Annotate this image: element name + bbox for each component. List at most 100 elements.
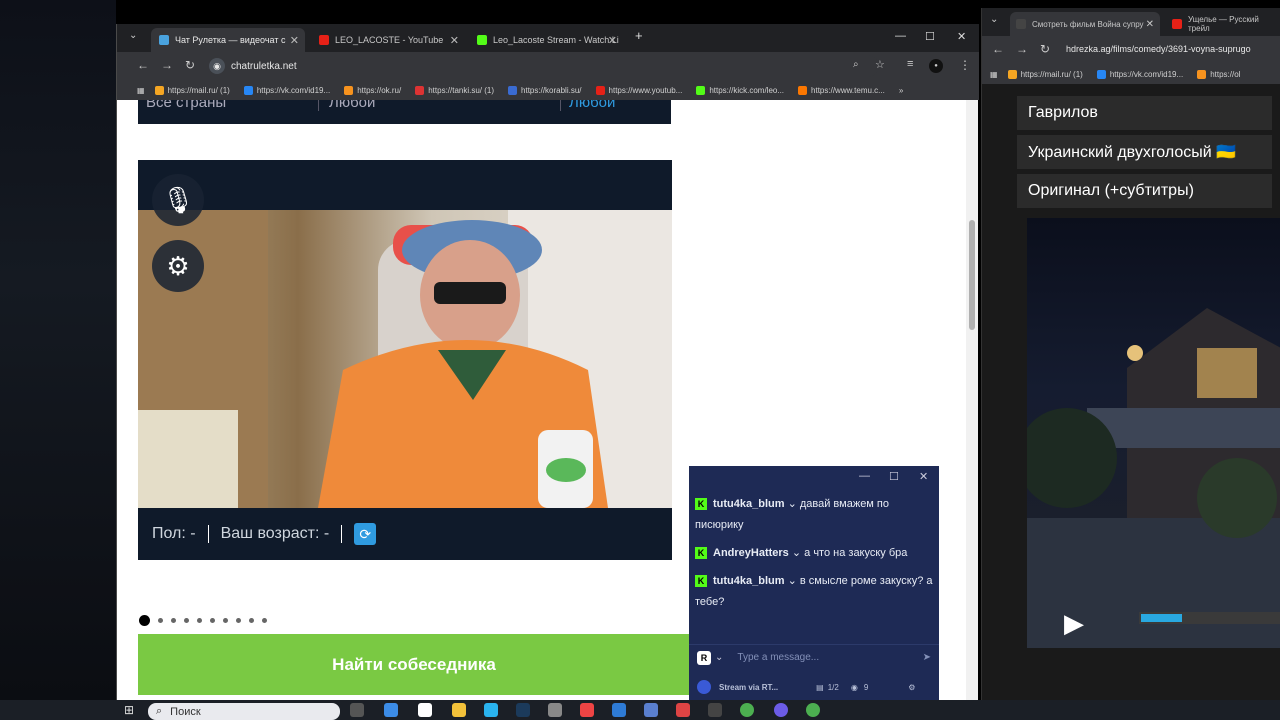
back-icon[interactable]: ←	[992, 42, 1004, 56]
chrome-icon[interactable]	[806, 703, 820, 717]
video-progress-bar[interactable]	[1139, 612, 1280, 624]
chevron-down-icon[interactable]: ⌄	[715, 652, 723, 663]
bookmark-item[interactable]: https://vk.com/id19...	[243, 85, 330, 95]
chat-minimize-icon[interactable]: —	[859, 470, 870, 482]
bookmark-label: https://mail.ru/ (1)	[167, 85, 230, 95]
bookmark-item[interactable]: https://www.youtub...	[595, 85, 682, 95]
new-tab-button[interactable]: +	[635, 28, 643, 43]
voice-option[interactable]: Оригинал (+субтитры)	[1017, 174, 1272, 208]
minimize-icon[interactable]: —	[895, 30, 906, 42]
address-bar[interactable]: ◉ chatruletka.net	[209, 55, 879, 77]
tab-search-icon[interactable]: ⌄	[129, 30, 137, 41]
forward-icon[interactable]: →	[161, 58, 173, 72]
microphone-icon[interactable]: 🎙	[152, 174, 204, 226]
list-icon[interactable]: ▤	[816, 683, 824, 692]
carousel-dot[interactable]	[236, 618, 241, 623]
profile-avatar[interactable]: ●	[929, 59, 943, 73]
file-explorer-icon[interactable]	[452, 703, 466, 717]
bookmark-item[interactable]: https://ol	[1197, 69, 1240, 79]
taskbar-app-icon[interactable]	[548, 703, 562, 717]
taskbar-app-icon[interactable]	[612, 703, 626, 717]
carousel-dot[interactable]	[171, 618, 176, 623]
carousel-dot[interactable]	[262, 618, 267, 623]
taskbar-app-icon[interactable]	[774, 703, 788, 717]
taskbar-app-icon[interactable]	[708, 703, 722, 717]
carousel-dot[interactable]	[184, 618, 189, 623]
task-view-icon[interactable]	[350, 703, 364, 717]
find-partner-button[interactable]: Найти собеседника	[138, 634, 690, 695]
bookmark-item[interactable]: https://ok.ru/	[344, 85, 401, 95]
chat-settings-icon[interactable]: ⚙	[908, 683, 915, 692]
platform-selector-icon[interactable]: R	[697, 650, 711, 665]
bookmark-item[interactable]: https://www.temu.c...	[798, 85, 885, 95]
close-window-icon[interactable]: ✕	[957, 30, 966, 43]
chat-username[interactable]: tutu4ka_blum	[713, 575, 785, 587]
play-icon[interactable]: ▶	[1064, 608, 1084, 639]
voice-option[interactable]: Украинский двухголосый 🇺🇦	[1017, 135, 1272, 169]
chat-close-icon[interactable]: ✕	[919, 470, 928, 483]
steam-icon[interactable]	[516, 703, 530, 717]
more-bookmarks-icon[interactable]: »	[899, 86, 903, 95]
bookmark-item[interactable]: https://tanki.su/ (1)	[415, 85, 494, 95]
taskbar-app-icon[interactable]	[676, 703, 690, 717]
back-icon[interactable]: ←	[137, 58, 149, 72]
chat-username[interactable]: tutu4ka_blum	[713, 498, 785, 510]
bookmark-item[interactable]: https://kick.com/leo...	[696, 85, 784, 95]
carousel-dot[interactable]	[249, 618, 254, 623]
tab-youtube-trailer[interactable]: Ущелье — Русский трейл	[1168, 12, 1280, 36]
voice-option[interactable]: Гаврилов	[1017, 96, 1272, 130]
forward-icon[interactable]: →	[1016, 42, 1028, 56]
carousel-dot[interactable]	[139, 615, 150, 626]
close-tab-icon[interactable]: ✕	[608, 34, 617, 47]
apps-icon[interactable]: ▦	[990, 70, 998, 79]
zoom-icon[interactable]: ⌕	[853, 59, 859, 70]
tab-kick-stream[interactable]: Leo_Lacoste Stream - Watch Li ✕	[469, 28, 623, 52]
taskbar-search[interactable]: ⌕ Поиск	[148, 703, 340, 720]
carousel-dot[interactable]	[210, 618, 215, 623]
right-tab-search-icon[interactable]: ⌄	[990, 14, 998, 25]
chat-message-input[interactable]: Type a message...	[737, 652, 922, 663]
carousel-dot[interactable]	[197, 618, 202, 623]
menu-icon[interactable]: ⋮	[959, 58, 971, 72]
country-filter[interactable]: Все страны	[146, 100, 226, 111]
age-filter[interactable]: Любой	[318, 100, 375, 111]
site-info-icon[interactable]: ◉	[209, 58, 225, 74]
carousel-dot[interactable]	[223, 618, 228, 623]
taskbar-app-icon[interactable]	[384, 703, 398, 717]
scrollbar-thumb[interactable]	[969, 220, 975, 330]
bookmark-item[interactable]: https://mail.ru/ (1)	[1007, 69, 1083, 79]
chat-maximize-icon[interactable]: ☐	[889, 470, 899, 483]
taskbar-app-icon[interactable]	[644, 703, 658, 717]
close-tab-icon[interactable]: ✕	[450, 34, 459, 47]
gender-filter[interactable]: Любой	[560, 100, 615, 111]
right-url-text[interactable]: hdrezka.ag/films/comedy/3691-voyna-supru…	[1066, 44, 1251, 54]
media-control-icon[interactable]: ≡	[907, 58, 913, 70]
send-icon[interactable]: ➤	[923, 652, 931, 663]
bookmark-item[interactable]: https://vk.com/id19...	[1096, 69, 1183, 79]
apps-icon[interactable]: ▦	[137, 86, 145, 95]
refresh-icon[interactable]: ⟳	[354, 523, 377, 545]
right-bookmarks-bar: ▦ https://mail.ru/ (1) https://vk.com/id…	[982, 64, 1280, 84]
close-tab-icon[interactable]: ✕	[1146, 19, 1154, 30]
page-scrollbar[interactable]	[966, 100, 978, 700]
chat-username[interactable]: AndreyHatters	[713, 547, 789, 559]
carousel-dot[interactable]	[158, 618, 163, 623]
reload-icon[interactable]: ↻	[185, 58, 195, 72]
movie-player[interactable]	[1027, 218, 1280, 648]
windows-start-icon[interactable]: ⊞	[124, 703, 134, 717]
taskbar-app-icon[interactable]	[580, 703, 594, 717]
chrome-icon[interactable]	[740, 703, 754, 717]
edge-icon[interactable]	[484, 703, 498, 717]
tab-chatruletka[interactable]: Чат Рулетка — видеочат с ✕	[151, 28, 305, 52]
maximize-icon[interactable]: ☐	[925, 30, 935, 43]
settings-gear-icon[interactable]: ⚙	[152, 240, 204, 292]
bookmark-item[interactable]: https://korabli.su/	[508, 85, 582, 95]
kick-favicon-icon	[477, 35, 487, 45]
taskbar-app-icon[interactable]	[418, 703, 432, 717]
tab-hdrezka[interactable]: Смотреть фильм Война супру ✕	[1010, 12, 1160, 36]
bookmark-item[interactable]: https://mail.ru/ (1)	[154, 85, 230, 95]
close-tab-icon[interactable]: ✕	[290, 34, 299, 47]
reload-icon[interactable]: ↻	[1040, 42, 1050, 56]
bookmark-star-icon[interactable]: ☆	[875, 58, 885, 71]
tab-youtube[interactable]: LEO_LACOSTE - YouTube ✕	[311, 28, 465, 52]
